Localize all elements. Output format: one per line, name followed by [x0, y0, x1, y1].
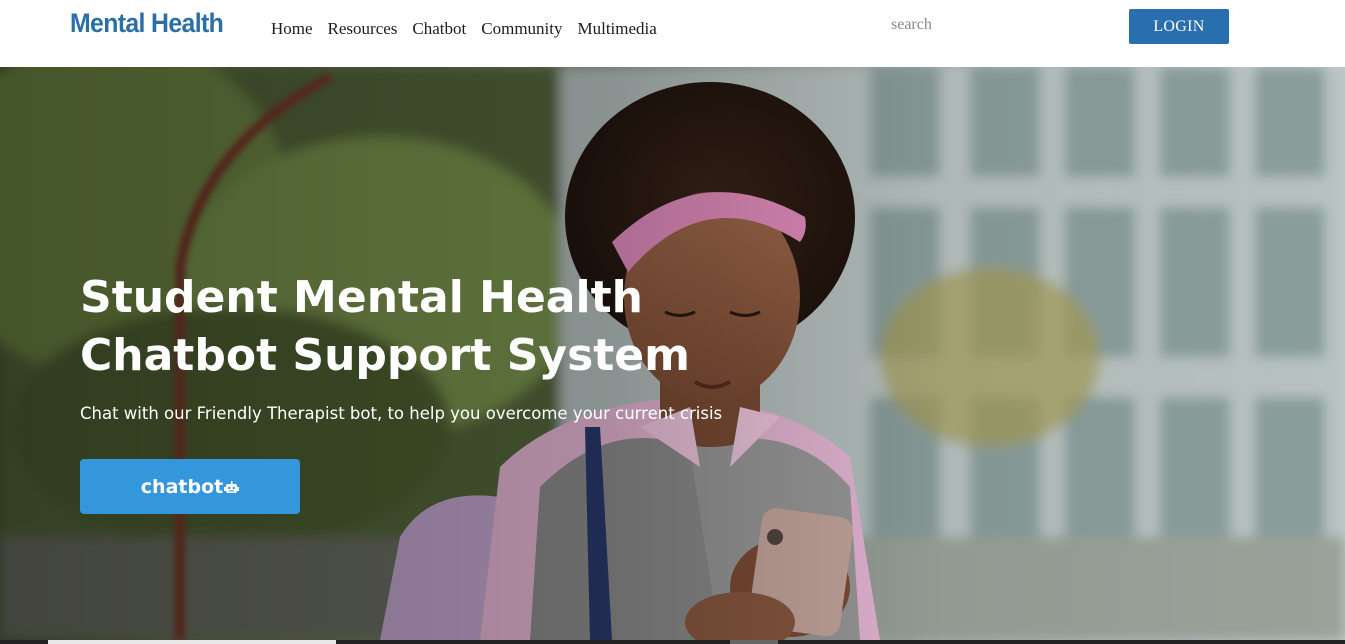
nav-link-community[interactable]: Community: [481, 19, 562, 39]
hero-section: Student Mental Health Chatbot Support Sy…: [0, 67, 1345, 640]
hero-subtitle: Chat with our Friendly Therapist bot, to…: [80, 404, 723, 423]
robot-icon: [224, 481, 240, 493]
hero-title-line-2: Chatbot Support System: [80, 330, 690, 381]
strip-segment: [48, 640, 336, 644]
nav-link-resources[interactable]: Resources: [328, 19, 398, 39]
top-navbar: Mental Health Home Resources Chatbot Com…: [0, 0, 1345, 67]
nav-link-home[interactable]: Home: [271, 19, 313, 39]
chatbot-button-label: chatbot: [140, 475, 224, 498]
bottom-strip: [0, 640, 1345, 644]
main-nav: Home Resources Chatbot Community Multime…: [271, 19, 657, 39]
brand-logo[interactable]: Mental Health: [70, 8, 224, 39]
strip-segment: [730, 640, 778, 644]
login-button[interactable]: LOGIN: [1129, 9, 1229, 44]
hero-title: Student Mental Health Chatbot Support Sy…: [80, 269, 780, 385]
search-input[interactable]: [888, 11, 1088, 39]
nav-link-multimedia[interactable]: Multimedia: [578, 19, 657, 39]
hero-title-line-1: Student Mental Health: [80, 272, 643, 323]
chatbot-button[interactable]: chatbot: [80, 459, 300, 514]
nav-link-chatbot[interactable]: Chatbot: [412, 19, 466, 39]
